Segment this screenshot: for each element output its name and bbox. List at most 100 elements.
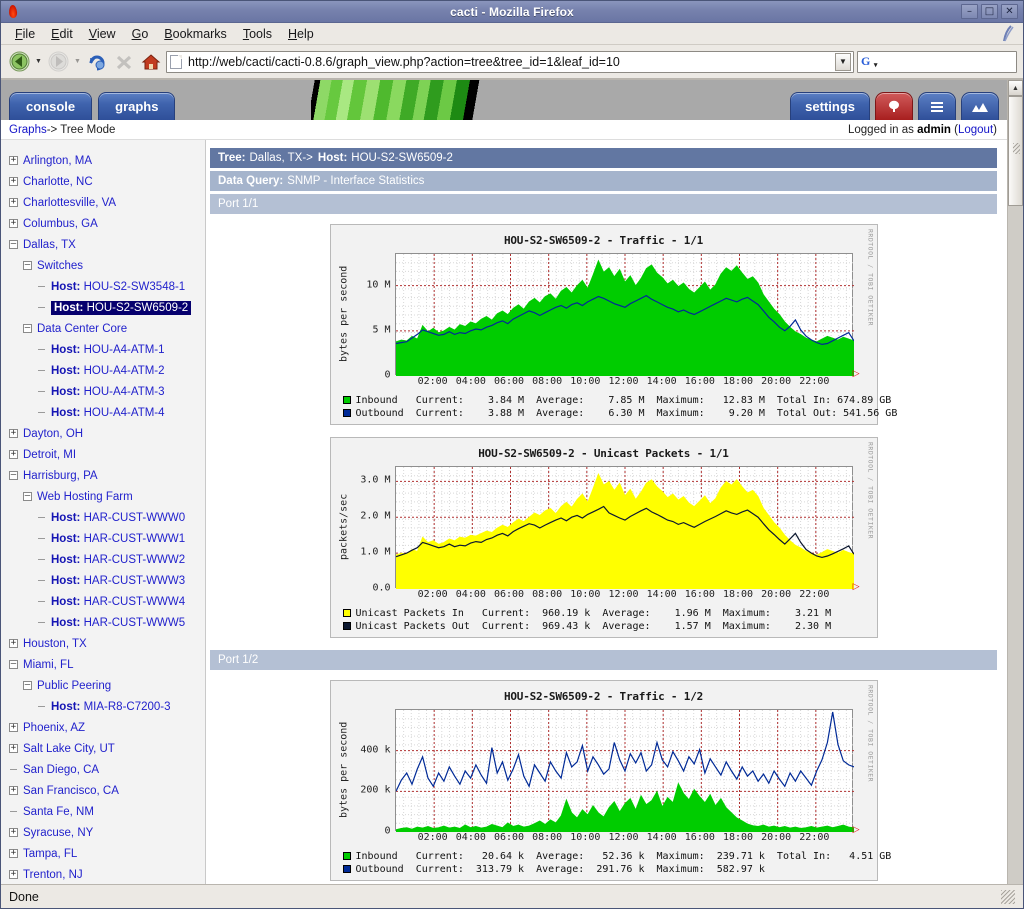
menu-go[interactable]: Go xyxy=(124,25,157,43)
tree-item-har-cust-www5[interactable]: Host: HAR-CUST-WWW5 xyxy=(9,612,205,633)
tree-item-salt-lake-city-ut[interactable]: + Salt Lake City, UT xyxy=(9,738,205,759)
tree-item-dallas-tx[interactable]: – Dallas, TX xyxy=(9,234,205,255)
menu-help[interactable]: Help xyxy=(280,25,322,43)
tree-branch-link[interactable]: Tampa, FL xyxy=(23,848,77,860)
tree-item-houston-tx[interactable]: + Houston, TX xyxy=(9,633,205,654)
url-input[interactable] xyxy=(186,53,835,70)
tree-branch-link[interactable]: Data Center Core xyxy=(37,323,127,335)
tree-branch-link[interactable]: Public Peering xyxy=(37,680,111,692)
tree-branch-link[interactable]: Salt Lake City, UT xyxy=(23,743,115,755)
stop-button[interactable] xyxy=(112,50,136,74)
tree-host-link[interactable]: Host: HAR-CUST-WWW3 xyxy=(51,575,185,587)
tree-item-columbus-ga[interactable]: + Columbus, GA xyxy=(9,213,205,234)
expand-icon[interactable]: + xyxy=(9,156,18,165)
menu-tools[interactable]: Tools xyxy=(235,25,280,43)
tree-branch-link[interactable]: Harrisburg, PA xyxy=(23,470,98,482)
tree-item-phoenix-az[interactable]: + Phoenix, AZ xyxy=(9,717,205,738)
collapse-icon[interactable]: – xyxy=(23,492,32,501)
tree-item-hou-s2-sw3548-1[interactable]: Host: HOU-S2-SW3548-1 xyxy=(9,276,205,297)
tree-branch-link[interactable]: Arlington, MA xyxy=(23,155,92,167)
search-input[interactable] xyxy=(869,53,1024,70)
tree-branch-link[interactable]: Web Hosting Farm xyxy=(37,491,133,503)
expand-icon[interactable]: + xyxy=(9,429,18,438)
tree-host-link[interactable]: Host: MIA-R8-C7200-3 xyxy=(51,701,171,713)
tree-item-dayton-oh[interactable]: + Dayton, OH xyxy=(9,423,205,444)
tree-item-charlottesville-va[interactable]: + Charlottesville, VA xyxy=(9,192,205,213)
back-history-dropdown[interactable]: ▼ xyxy=(34,50,43,74)
tree-item-hou-s2-sw6509-2[interactable]: Host: HOU-S2-SW6509-2 xyxy=(9,297,205,318)
tree-item-public-peering[interactable]: – Public Peering xyxy=(9,675,205,696)
maximize-button[interactable]: □ xyxy=(981,4,998,19)
minimize-button[interactable]: – xyxy=(961,4,978,19)
tree-host-link[interactable]: Host: HAR-CUST-WWW0 xyxy=(51,512,185,524)
tree-item-syracuse-ny[interactable]: + Syracuse, NY xyxy=(9,822,205,843)
graph-card[interactable]: HOU-S2-SW6509-2 - Unicast Packets - 1/1 p… xyxy=(329,437,878,638)
tree-item-har-cust-www2[interactable]: Host: HAR-CUST-WWW2 xyxy=(9,549,205,570)
expand-icon[interactable]: + xyxy=(9,744,18,753)
tree-branch-link[interactable]: Miami, FL xyxy=(23,659,73,671)
expand-icon[interactable]: + xyxy=(9,219,18,228)
tree-host-link[interactable]: Host: HOU-S2-SW3548-1 xyxy=(51,281,185,293)
logout-link[interactable]: Logout xyxy=(958,124,993,136)
search-box[interactable]: G ▾ xyxy=(857,50,1024,73)
tree-host-link[interactable]: Host: HAR-CUST-WWW1 xyxy=(51,533,185,545)
collapse-icon[interactable]: – xyxy=(9,660,18,669)
tree-item-har-cust-www0[interactable]: Host: HAR-CUST-WWW0 xyxy=(9,507,205,528)
expand-icon[interactable]: + xyxy=(9,828,18,837)
tree-host-link[interactable]: Host: HOU-A4-ATM-2 xyxy=(51,365,165,377)
collapse-icon[interactable]: – xyxy=(9,471,18,480)
url-bar[interactable]: ▼ xyxy=(166,50,854,73)
tree-branch-link[interactable]: San Diego, CA xyxy=(23,764,99,776)
expand-icon[interactable]: + xyxy=(9,849,18,858)
graph-card[interactable]: HOU-S2-SW6509-2 - Traffic - 1/2 bytes per… xyxy=(329,680,891,881)
tree-branch-link[interactable]: Houston, TX xyxy=(23,638,87,650)
tab-console[interactable]: console xyxy=(9,92,93,120)
tree-host-link[interactable]: Host: HOU-A4-ATM-4 xyxy=(51,407,165,419)
breadcrumb-graphs-link[interactable]: Graphs xyxy=(9,124,47,136)
home-button[interactable] xyxy=(139,50,163,74)
tree-item-mia-r8-c7200-3[interactable]: Host: MIA-R8-C7200-3 xyxy=(9,696,205,717)
expand-icon[interactable]: + xyxy=(9,870,18,879)
tree-branch-link[interactable]: Charlotte, NC xyxy=(23,176,93,188)
menu-view[interactable]: View xyxy=(81,25,124,43)
menu-bookmarks[interactable]: Bookmarks xyxy=(156,25,235,43)
collapse-icon[interactable]: – xyxy=(23,261,32,270)
scroll-thumb[interactable] xyxy=(1008,96,1023,206)
graph-card[interactable]: HOU-S2-SW6509-2 - Traffic - 1/1 bytes per… xyxy=(329,224,897,425)
tree-item-miami-fl[interactable]: – Miami, FL xyxy=(9,654,205,675)
tree-item-san-francisco-ca[interactable]: + San Francisco, CA xyxy=(9,780,205,801)
forward-button[interactable] xyxy=(46,50,70,74)
tree-item-tampa-fl[interactable]: + Tampa, FL xyxy=(9,843,205,864)
resize-grip[interactable] xyxy=(1001,889,1015,904)
tree-item-hou-a4-atm-1[interactable]: Host: HOU-A4-ATM-1 xyxy=(9,339,205,360)
tree-host-link[interactable]: Host: HOU-A4-ATM-3 xyxy=(51,386,165,398)
tab-settings[interactable]: settings xyxy=(790,92,870,120)
page-scrollbar[interactable]: ▲ ▼ xyxy=(1007,80,1023,884)
tree-item-harrisburg-pa[interactable]: – Harrisburg, PA xyxy=(9,465,205,486)
tree-host-link[interactable]: Host: HOU-A4-ATM-1 xyxy=(51,344,165,356)
tree-item-charlotte-nc[interactable]: + Charlotte, NC xyxy=(9,171,205,192)
tree-branch-link[interactable]: Switches xyxy=(37,260,83,272)
list-icon[interactable] xyxy=(918,92,956,120)
menu-file[interactable]: FFileile xyxy=(7,25,43,43)
graphs-icon[interactable] xyxy=(961,92,999,120)
expand-icon[interactable]: + xyxy=(9,177,18,186)
forward-history-dropdown[interactable]: ▼ xyxy=(73,50,82,74)
tree-branch-link[interactable]: Detroit, MI xyxy=(23,449,76,461)
tree-item-har-cust-www1[interactable]: Host: HAR-CUST-WWW1 xyxy=(9,528,205,549)
expand-icon[interactable]: + xyxy=(9,198,18,207)
tree-host-link[interactable]: Host: HAR-CUST-WWW5 xyxy=(51,617,185,629)
tree-branch-link[interactable]: Santa Fe, NM xyxy=(23,806,94,818)
tree-item-data-center-core[interactable]: – Data Center Core xyxy=(9,318,205,339)
tree-host-link[interactable]: Host: HOU-S2-SW6509-2 xyxy=(51,300,192,315)
collapse-icon[interactable]: – xyxy=(23,681,32,690)
scroll-track[interactable] xyxy=(1008,206,1023,884)
tree-host-link[interactable]: Host: HAR-CUST-WWW2 xyxy=(51,554,185,566)
tree-item-hou-a4-atm-4[interactable]: Host: HOU-A4-ATM-4 xyxy=(9,402,205,423)
reload-button[interactable] xyxy=(85,50,109,74)
tab-graphs[interactable]: graphs xyxy=(98,92,176,120)
tree-branch-link[interactable]: Dayton, OH xyxy=(23,428,83,440)
scroll-up-button[interactable]: ▲ xyxy=(1008,80,1023,96)
tree-item-har-cust-www4[interactable]: Host: HAR-CUST-WWW4 xyxy=(9,591,205,612)
tree-item-hou-a4-atm-3[interactable]: Host: HOU-A4-ATM-3 xyxy=(9,381,205,402)
